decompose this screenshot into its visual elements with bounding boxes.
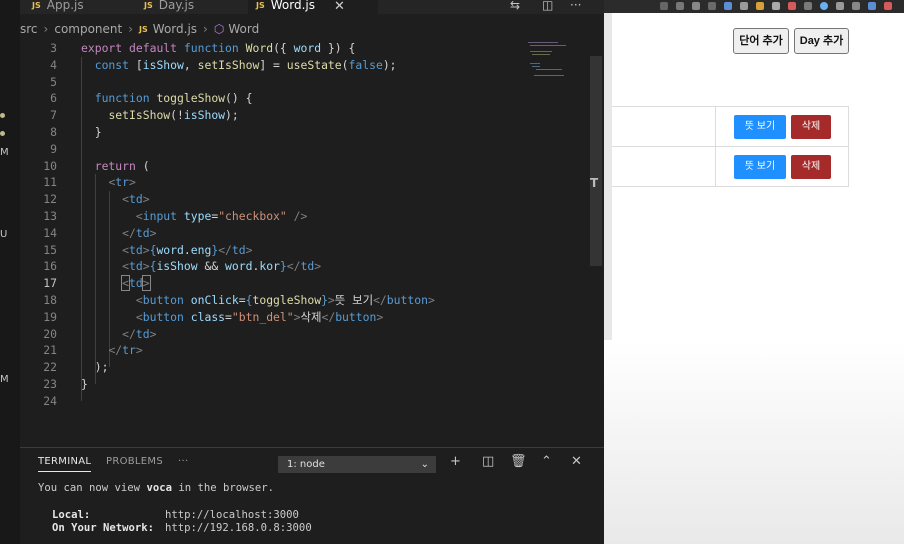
minimap[interactable] — [528, 42, 572, 78]
add-word-button[interactable]: 단어 추가 — [733, 28, 789, 54]
git-status-mark: M — [0, 147, 9, 158]
extension-icon[interactable] — [756, 2, 764, 10]
close-tab-icon[interactable]: ✕ — [334, 0, 345, 14]
maximize-panel-icon[interactable]: ⌃ — [541, 454, 552, 469]
compare-changes-icon[interactable]: ⇆ — [510, 0, 520, 12]
more-actions-icon[interactable]: ··· — [570, 0, 581, 12]
extension-icon[interactable] — [804, 2, 812, 10]
extension-icon[interactable] — [884, 2, 892, 10]
show-meaning-button[interactable]: 뜻 보기 — [734, 155, 786, 179]
tab-terminal[interactable]: TERMINAL — [38, 456, 92, 472]
terminal-select[interactable]: 1: node ⌄ — [278, 456, 436, 473]
new-terminal-icon[interactable]: + — [450, 454, 461, 469]
delete-button[interactable]: 삭제 — [791, 115, 831, 139]
close-panel-icon[interactable]: ✕ — [571, 454, 582, 469]
terminal-line: http://192.168.0.8:3000 — [165, 522, 312, 534]
breadcrumb-component[interactable]: component — [54, 22, 122, 36]
editor-tab-bar: JS App.js JS Day.js JS Word.js ✕ ⇆ ◫ ··· — [20, 0, 604, 14]
git-status-mark: U — [0, 229, 8, 240]
breadcrumb-symbol[interactable]: Word — [228, 22, 259, 36]
extension-icon[interactable] — [788, 2, 796, 10]
terminal-line: Local: — [52, 509, 91, 521]
terminal-line: http://localhost:3000 — [165, 509, 299, 521]
split-editor-icon[interactable]: ◫ — [542, 0, 553, 12]
extension-icon[interactable] — [692, 2, 700, 10]
js-file-icon: JS — [32, 1, 41, 10]
text-cursor-icon: T — [590, 176, 599, 190]
extension-icon[interactable] — [852, 2, 860, 10]
extension-icon[interactable] — [820, 2, 828, 10]
extension-icon[interactable] — [772, 2, 780, 10]
add-day-button[interactable]: Day 추가 — [794, 28, 849, 54]
js-file-icon: JS — [144, 1, 153, 10]
js-file-icon: JS — [139, 25, 148, 34]
extension-icon[interactable] — [724, 2, 732, 10]
terminal-line: On Your Network: — [52, 522, 155, 534]
js-file-icon: JS — [256, 1, 265, 10]
show-meaning-button[interactable]: 뜻 보기 — [734, 115, 786, 139]
vscode-window: M U M JS App.js JS Day.js JS Word.js ✕ ⇆ ◫ … — [0, 0, 604, 544]
tab-day-js[interactable]: JS Day.js — [144, 0, 194, 14]
delete-button[interactable]: 삭제 — [791, 155, 831, 179]
breadcrumb: src › component › JS Word.js › ⬡ Word — [20, 22, 260, 36]
extension-icon[interactable] — [740, 2, 748, 10]
table-row: 뜻 보기 삭제 — [612, 147, 849, 187]
breadcrumb-file[interactable]: Word.js — [153, 22, 197, 36]
split-terminal-icon[interactable]: ◫ — [482, 454, 494, 469]
editor-scrollbar[interactable] — [590, 56, 602, 266]
extension-icon[interactable] — [660, 2, 668, 10]
browser-viewport: 단어 추가 Day 추가 뜻 보기 삭제 뜻 보기 삭제 — [604, 0, 904, 544]
extension-icon[interactable] — [676, 2, 684, 10]
modified-dot — [0, 131, 5, 136]
tab-word-js[interactable]: JS Word.js — [248, 0, 378, 14]
activity-bar: M U M — [0, 0, 20, 544]
terminal-panel: TERMINAL PROBLEMS ··· 1: node ⌄ + ◫ 🗑 ⌃ … — [20, 447, 604, 544]
tab-app-js[interactable]: JS App.js — [32, 0, 84, 14]
more-panels-icon[interactable]: ··· — [178, 456, 188, 467]
code-editor[interactable]: 3 export default function Word({ word }) … — [20, 40, 604, 447]
page-background — [604, 340, 904, 544]
extension-icon[interactable] — [708, 2, 716, 10]
extension-icon[interactable] — [868, 2, 876, 10]
trash-icon[interactable]: 🗑 — [510, 454, 527, 469]
word-table: 뜻 보기 삭제 뜻 보기 삭제 — [612, 106, 849, 187]
extension-icon[interactable] — [836, 2, 844, 10]
symbol-icon: ⬡ — [213, 22, 225, 36]
git-status-mark: M — [0, 374, 9, 385]
tab-problems[interactable]: PROBLEMS — [106, 456, 163, 467]
modified-dot — [0, 113, 5, 118]
chevron-down-icon: ⌄ — [420, 459, 429, 470]
terminal-line: You can now view voca in the browser. — [38, 482, 275, 494]
breadcrumb-src[interactable]: src — [20, 22, 38, 36]
table-row: 뜻 보기 삭제 — [612, 107, 849, 147]
extensions-bar — [604, 0, 904, 13]
